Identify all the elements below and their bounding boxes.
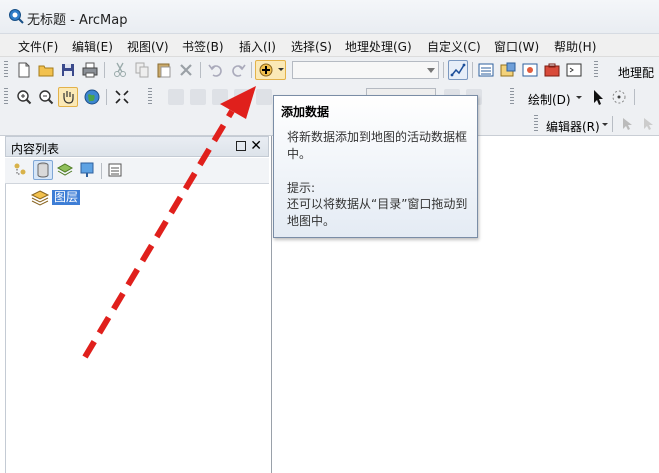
toolbar-separator — [612, 116, 613, 132]
map-scale-combobox[interactable] — [292, 61, 439, 79]
close-icon[interactable]: ✕ — [250, 138, 262, 154]
tooltip-title: 添加数据 — [281, 105, 330, 119]
auto-hide-pin-icon[interactable] — [236, 141, 246, 151]
tooltip-hint: 还可以将数据从“目录”窗口拖动到地图中。 — [287, 197, 468, 228]
toolbar-separator — [251, 62, 252, 78]
tooltip-hint-label: 提示: — [287, 181, 316, 195]
toolbar-separator — [101, 163, 102, 179]
new-document-icon[interactable] — [14, 60, 34, 80]
toolbar-separator — [200, 62, 201, 78]
toolbar-separator — [106, 89, 107, 105]
undo-icon[interactable] — [206, 60, 226, 80]
table-of-contents-icon[interactable] — [476, 60, 496, 80]
edit-annotation-icon[interactable] — [638, 114, 658, 134]
search-window-icon[interactable] — [520, 60, 540, 80]
table-of-contents-panel: 内容列表 ✕ 图层 — [0, 136, 272, 473]
open-folder-icon[interactable] — [36, 60, 56, 80]
menu-bookmarks[interactable]: 书签(B) — [182, 38, 224, 55]
menu-windows[interactable]: 窗口(W) — [494, 38, 539, 55]
redo-icon[interactable] — [228, 60, 248, 80]
arctoolbox-icon[interactable] — [542, 60, 562, 80]
menu-bar: 文件(F) 编辑(E) 视图(V) 书签(B) 插入(I) 选择(S) 地理处理… — [0, 34, 659, 57]
add-data-tooltip: 添加数据 将新数据添加到地图的活动数据框中。 提示: 还可以将数据从“目录”窗口… — [273, 95, 478, 238]
toolbar-grip[interactable] — [4, 61, 8, 79]
toolbar-grip[interactable] — [510, 88, 514, 106]
pan-hand-icon[interactable] — [58, 87, 78, 107]
disabled-tool-icon — [168, 89, 184, 105]
list-by-selection-icon[interactable] — [77, 160, 97, 180]
print-icon[interactable] — [80, 60, 100, 80]
tooltip-description: 将新数据添加到地图的活动数据框中。 — [287, 130, 468, 161]
save-icon[interactable] — [58, 60, 78, 80]
fixed-zoom-in-icon[interactable] — [112, 87, 132, 107]
python-window-icon[interactable] — [564, 60, 584, 80]
select-elements-arrow-icon[interactable] — [588, 87, 608, 107]
menu-help[interactable]: 帮助(H) — [554, 38, 596, 55]
menu-customize[interactable]: 自定义(C) — [427, 38, 481, 55]
copy-icon[interactable] — [132, 60, 152, 80]
title-bar: 无标题 - ArcMap — [0, 0, 659, 34]
toolbar-separator — [443, 62, 444, 78]
editor-toolbar-icon[interactable] — [448, 60, 468, 80]
editor-menu-label[interactable]: 编辑器(R) — [546, 118, 600, 135]
toolbar-separator — [634, 89, 635, 105]
disabled-tool-icon — [234, 89, 250, 105]
toolbar-grip[interactable] — [4, 88, 8, 106]
chevron-down-icon[interactable] — [427, 68, 435, 73]
toc-options-icon[interactable] — [105, 160, 125, 180]
draw-menu-label[interactable]: 绘制(D) — [528, 91, 571, 108]
geoprocessing-toolbar-label[interactable]: 地理配 — [618, 64, 654, 81]
menu-file[interactable]: 文件(F) — [18, 38, 58, 55]
chevron-down-icon[interactable] — [574, 87, 584, 107]
zoom-in-icon[interactable] — [14, 87, 34, 107]
chevron-down-icon[interactable] — [600, 114, 610, 134]
add-data-button[interactable] — [255, 60, 286, 80]
list-by-drawing-order-icon[interactable] — [11, 160, 31, 180]
toolbar-separator — [104, 62, 105, 78]
catalog-icon[interactable] — [498, 60, 518, 80]
disabled-tool-icon — [212, 89, 228, 105]
toolbar-grip[interactable] — [594, 61, 598, 79]
toc-toolbar — [5, 158, 269, 184]
list-by-source-icon[interactable] — [33, 160, 53, 180]
layer-label[interactable]: 图层 — [52, 190, 81, 205]
rotate-icon[interactable] — [609, 87, 629, 107]
standard-toolbar: 地理配 — [0, 57, 659, 83]
edit-tool-arrow-icon[interactable] — [616, 114, 636, 134]
paste-icon[interactable] — [154, 60, 174, 80]
arcmap-app-icon — [8, 8, 24, 24]
menu-view[interactable]: 视图(V) — [127, 38, 169, 55]
list-by-visibility-icon[interactable] — [55, 160, 75, 180]
delete-icon[interactable] — [176, 60, 196, 80]
toolbar-grip[interactable] — [534, 115, 538, 133]
toc-tree: 图层 — [5, 184, 269, 473]
toc-title: 内容列表 — [11, 142, 60, 156]
window-title: 无标题 - ArcMap — [27, 13, 128, 28]
menu-edit[interactable]: 编辑(E) — [72, 38, 113, 55]
menu-geoprocessing[interactable]: 地理处理(G) — [345, 38, 412, 55]
menu-selection[interactable]: 选择(S) — [291, 38, 332, 55]
full-extent-globe-icon[interactable] — [82, 87, 102, 107]
disabled-tool-icon — [190, 89, 206, 105]
layers-stack-icon — [30, 189, 50, 210]
menu-insert[interactable]: 插入(I) — [239, 38, 276, 55]
toc-header: 内容列表 ✕ — [5, 136, 269, 157]
toolbar-grip[interactable] — [148, 88, 152, 106]
toolbar-separator — [472, 62, 473, 78]
disabled-tool-icon — [256, 89, 272, 105]
zoom-out-icon[interactable] — [36, 87, 56, 107]
cut-icon[interactable] — [110, 60, 130, 80]
